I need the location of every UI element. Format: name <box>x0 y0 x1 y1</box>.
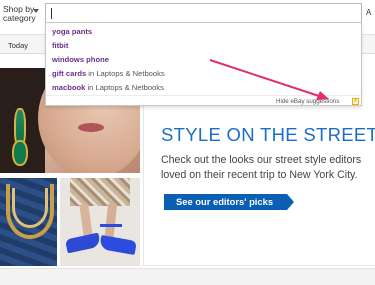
suggestion-category: Laptops & Netbooks <box>96 69 165 78</box>
text-cursor <box>51 8 52 19</box>
promo-title: STYLE ON THE STREET <box>161 124 375 145</box>
suggestion-item[interactable]: macbook in Laptops & Netbooks <box>52 83 164 92</box>
suggestion-term: fitbit <box>52 41 69 50</box>
suggestion-item[interactable]: fitbit <box>52 41 68 50</box>
suggestion-term: yoga pants <box>52 27 93 36</box>
search-input[interactable] <box>45 3 362 23</box>
suggestion-item[interactable]: gift cards in Laptops & Netbooks <box>52 69 165 78</box>
bottom-strip <box>0 268 375 285</box>
close-icon[interactable]: x <box>352 98 359 105</box>
hero-image-blue-heels[interactable] <box>60 178 140 266</box>
shop-by-category-label: Shop by category <box>3 4 36 23</box>
suggestion-in: in <box>86 69 97 78</box>
nav-item-today[interactable]: Today <box>8 41 28 50</box>
promo-panel: STYLE ON THE STREET Check out the looks … <box>143 93 375 266</box>
hide-suggestions-link[interactable]: Hide eBay suggestions <box>276 98 339 105</box>
shop-by-category-dropdown[interactable]: Shop by category <box>3 5 47 23</box>
promo-body: Check out the looks our street style edi… <box>161 154 362 181</box>
chevron-down-icon <box>33 9 39 13</box>
suggestion-item[interactable]: windows phone <box>52 55 109 64</box>
see-editors-picks-button[interactable]: See our editors' picks <box>164 194 295 210</box>
search-suggestions-dropdown: yoga pants fitbit windows phone gift car… <box>45 22 362 106</box>
suggestion-term: macbook <box>52 83 86 92</box>
suggestion-term: gift cards <box>52 69 87 78</box>
suggestion-category: Laptops & Netbooks <box>95 83 164 92</box>
advanced-link-fragment[interactable]: A <box>366 8 371 17</box>
suggestions-footer: Hide eBay suggestions x <box>46 95 361 106</box>
suggestion-in: in <box>85 83 96 92</box>
hero-image-necklace[interactable] <box>0 178 57 266</box>
suggestion-term: windows phone <box>52 55 109 64</box>
suggestion-item[interactable]: yoga pants <box>52 27 92 36</box>
